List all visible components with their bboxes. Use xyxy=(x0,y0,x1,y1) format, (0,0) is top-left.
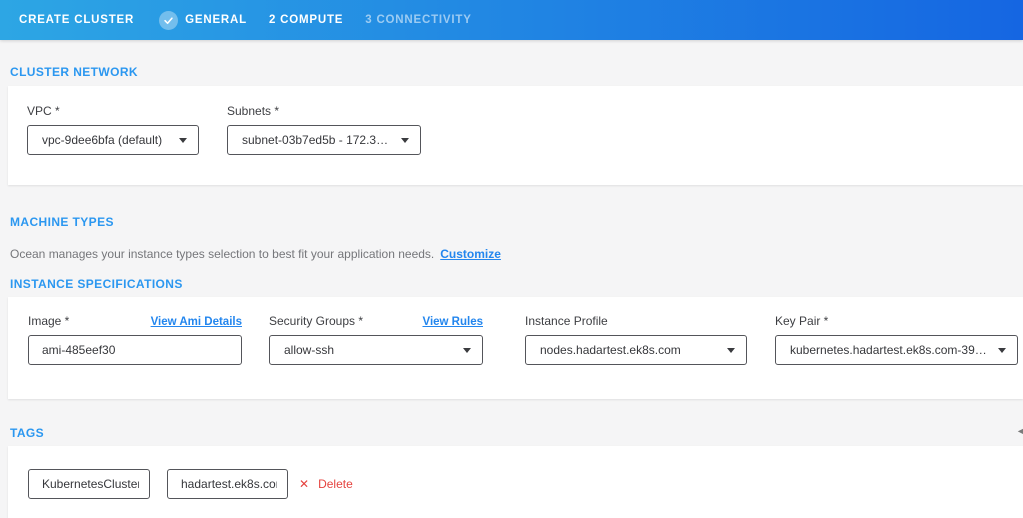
key-pair-selected-value: kubernetes.hadartest.ek8s.com-39:84:a5:9… xyxy=(790,343,990,357)
view-ami-details-link[interactable]: View Ami Details xyxy=(151,316,242,328)
tab-general[interactable]: GENERAL xyxy=(159,11,247,30)
delete-x-icon: ✕ xyxy=(299,478,309,490)
key-pair-select[interactable]: kubernetes.hadartest.ek8s.com-39:84:a5:9… xyxy=(775,335,1018,365)
check-icon xyxy=(159,11,178,30)
chevron-down-icon xyxy=(179,138,187,143)
tab-compute[interactable]: 2 COMPUTE xyxy=(269,14,343,26)
wizard-step-bar: CREATE CLUSTER GENERAL 2 COMPUTE 3 CONNE… xyxy=(0,0,1023,40)
image-label: Image * xyxy=(28,314,69,328)
chevron-down-icon xyxy=(463,348,471,353)
tab-connectivity: 3 CONNECTIVITY xyxy=(365,14,471,26)
tags-card: ✕ Delete xyxy=(8,446,1023,518)
instance-profile-select[interactable]: nodes.hadartest.ek8s.com xyxy=(525,335,747,365)
security-groups-label: Security Groups * xyxy=(269,314,363,328)
instance-profile-selected-value: nodes.hadartest.ek8s.com xyxy=(540,343,681,357)
vpc-label: VPC * xyxy=(27,104,60,118)
instance-specifications-heading: INSTANCE SPECIFICATIONS xyxy=(0,278,1023,291)
chevron-down-icon xyxy=(998,348,1006,353)
key-pair-field: Key Pair * kubernetes.hadartest.ek8s.com… xyxy=(775,314,1018,399)
tab-general-label: GENERAL xyxy=(185,14,247,26)
tag-key-input[interactable] xyxy=(28,469,150,499)
vpc-selected-value: vpc-9dee6bfa (default) xyxy=(42,133,162,147)
view-rules-link[interactable]: View Rules xyxy=(422,316,483,328)
instance-profile-label: Instance Profile xyxy=(525,314,608,328)
instance-profile-field: Instance Profile nodes.hadartest.ek8s.co… xyxy=(525,314,747,399)
tab-compute-label: 2 COMPUTE xyxy=(269,14,343,26)
machine-types-description: Ocean manages your instance types select… xyxy=(10,247,1023,261)
image-field: Image * View Ami Details xyxy=(28,314,242,399)
security-groups-select[interactable]: allow-ssh xyxy=(269,335,483,365)
cursor-artifact: ◄ xyxy=(1016,427,1023,436)
subnets-select[interactable]: subnet-03b7ed5b - 172.31.0.0/20 ... xyxy=(227,125,421,155)
instance-specifications-card: Image * View Ami Details Security Groups… xyxy=(8,297,1023,399)
chevron-down-icon xyxy=(401,138,409,143)
customize-link[interactable]: Customize xyxy=(440,247,501,261)
machine-types-heading: MACHINE TYPES xyxy=(0,216,1023,229)
tag-value-input[interactable] xyxy=(167,469,288,499)
subnets-selected-value: subnet-03b7ed5b - 172.31.0.0/20 ... xyxy=(242,133,393,147)
security-groups-selected-value: allow-ssh xyxy=(284,343,334,357)
tab-connectivity-label: 3 CONNECTIVITY xyxy=(365,14,471,26)
chevron-down-icon xyxy=(727,348,735,353)
vpc-field: VPC * vpc-9dee6bfa (default) xyxy=(27,104,199,185)
delete-tag-button[interactable]: ✕ Delete xyxy=(299,469,353,499)
cluster-network-card: VPC * vpc-9dee6bfa (default) Subnets * s… xyxy=(8,86,1023,185)
subnets-label: Subnets * xyxy=(227,104,279,118)
subnets-field: Subnets * subnet-03b7ed5b - 172.31.0.0/2… xyxy=(227,104,421,185)
vpc-select[interactable]: vpc-9dee6bfa (default) xyxy=(27,125,199,155)
wizard-steps: GENERAL 2 COMPUTE 3 CONNECTIVITY xyxy=(159,11,494,30)
image-input[interactable] xyxy=(28,335,242,365)
security-groups-field: Security Groups * View Rules allow-ssh xyxy=(269,314,483,399)
tags-heading: TAGS xyxy=(0,427,1023,440)
wizard-title: CREATE CLUSTER xyxy=(19,14,134,26)
machine-types-text: Ocean manages your instance types select… xyxy=(10,247,434,261)
cluster-network-heading: CLUSTER NETWORK xyxy=(0,66,1023,79)
delete-tag-label: Delete xyxy=(318,477,353,491)
key-pair-label: Key Pair * xyxy=(775,314,828,328)
